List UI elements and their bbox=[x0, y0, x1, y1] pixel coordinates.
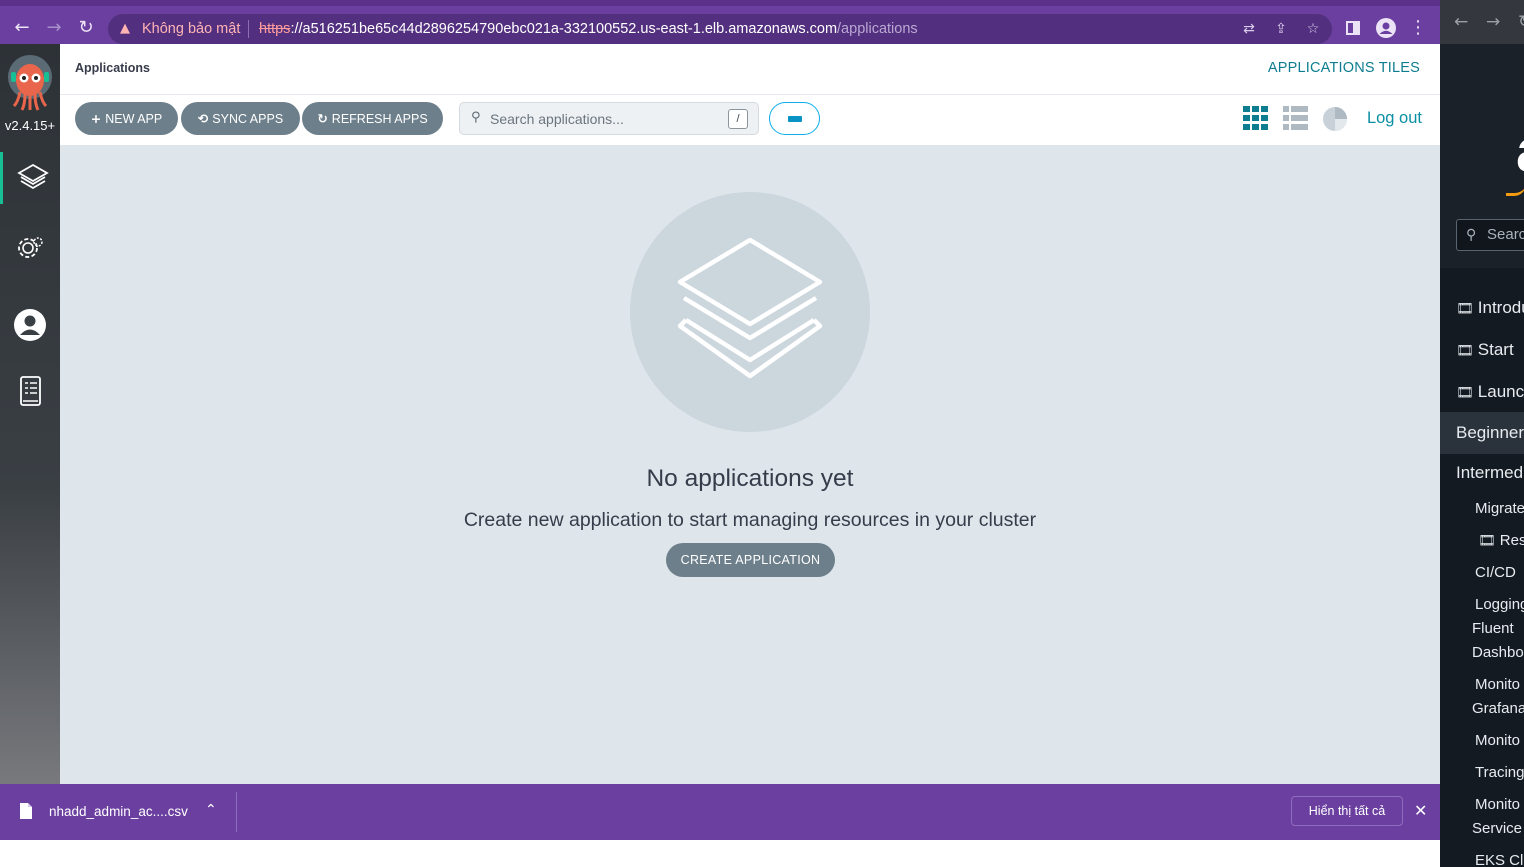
close-icon[interactable]: ✕ bbox=[1414, 801, 1427, 820]
summary-pie-icon[interactable] bbox=[1322, 106, 1348, 132]
address-separator bbox=[248, 20, 249, 38]
nav-item[interactable]: Monito bbox=[1475, 676, 1520, 693]
nav-item[interactable]: 🎞 Start bbox=[1456, 340, 1514, 360]
show-all-downloads-button[interactable]: Hiển thị tất cả bbox=[1291, 796, 1403, 826]
share-icon[interactable]: ⇪ bbox=[1270, 14, 1292, 44]
argo-version: v2.4.15+ bbox=[4, 118, 56, 133]
browser-window-main: ← → ↻ ▲ Không bảo mật https://a516251be6… bbox=[0, 0, 1440, 840]
nav-item[interactable]: Monito bbox=[1475, 732, 1520, 749]
nav-item[interactable]: Dashbo bbox=[1472, 644, 1524, 661]
argo-sidebar: v2.4.15+ bbox=[0, 44, 60, 784]
layers-icon bbox=[17, 163, 49, 190]
new-app-button[interactable]: + NEW APP bbox=[75, 102, 178, 135]
nav-item[interactable]: 🎞Introduction bbox=[1456, 298, 1524, 318]
list-view-icon[interactable] bbox=[1283, 106, 1308, 130]
filter-icon bbox=[788, 116, 802, 122]
nav-item[interactable]: Logging bbox=[1475, 596, 1524, 613]
nav-item[interactable]: Grafana bbox=[1472, 700, 1524, 717]
nav-item[interactable]: Service bbox=[1472, 820, 1522, 837]
download-separator bbox=[236, 792, 237, 832]
nav-item[interactable]: 🎞Launch bbox=[1456, 382, 1524, 402]
sidebar-item-user-info[interactable] bbox=[0, 298, 60, 350]
address-bar[interactable]: ▲ Không bảo mật https://a516251be65c44d2… bbox=[108, 14, 1332, 44]
url-text[interactable]: https://a516251be65c44d2896254790ebc021a… bbox=[259, 14, 918, 44]
action-bar: +NEW APP ⟲SYNC APPS ↻REFRESH APPS ⚲ / bbox=[60, 95, 1440, 145]
plus-icon: + bbox=[90, 111, 102, 126]
browser-window-secondary: ← → ↻ a ⚲Search 🎞Introduction 🎞Start 🎞La… bbox=[1440, 0, 1524, 867]
layers-icon bbox=[677, 237, 823, 379]
search-input[interactable] bbox=[490, 107, 720, 131]
empty-state-illustration bbox=[630, 192, 870, 432]
secondary-search[interactable]: ⚲Search bbox=[1456, 219, 1524, 251]
nav-item[interactable]: Tracing bbox=[1475, 764, 1524, 781]
download-file-name[interactable]: nhadd_admin_ac....csv bbox=[49, 804, 188, 819]
film-icon: 🎞 bbox=[1456, 343, 1474, 359]
translate-icon[interactable]: ⇄ bbox=[1238, 14, 1260, 44]
empty-state-title: No applications yet bbox=[646, 465, 854, 492]
sync-icon: ⟲ bbox=[197, 111, 209, 126]
empty-state-subtitle: Create new application to start managing… bbox=[463, 509, 1037, 531]
nav-item[interactable]: Beginner bbox=[1456, 423, 1524, 443]
aws-smile-mark bbox=[1506, 182, 1524, 196]
reload-icon[interactable]: ↻ bbox=[1518, 12, 1524, 32]
search-icon: ⚲ bbox=[1466, 227, 1477, 243]
view-name: APPLICATIONS TILES bbox=[1267, 60, 1420, 76]
nav-item[interactable]: Fluent bbox=[1472, 620, 1514, 637]
search-box[interactable]: ⚲ / bbox=[459, 102, 759, 135]
page-header: Applications APPLICATIONS TILES bbox=[60, 44, 1440, 95]
refresh-apps-button[interactable]: ↻ REFRESH APPS bbox=[302, 102, 443, 135]
main-content: No applications yet Create new applicati… bbox=[60, 145, 1440, 784]
browser-toolbar: ← → ↻ ▲ Không bảo mật https://a516251be6… bbox=[0, 0, 1440, 44]
aws-logo: a bbox=[1516, 116, 1524, 185]
downloads-bar: nhadd_admin_ac....csv ⌃ Hiển thị tất cả … bbox=[0, 784, 1440, 840]
nav-item[interactable]: Monito bbox=[1475, 796, 1520, 813]
sidebar-item-settings[interactable] bbox=[0, 221, 60, 273]
nav-item[interactable]: Intermediate bbox=[1456, 463, 1524, 483]
nav-item[interactable]: 🎞 Res bbox=[1478, 532, 1524, 549]
reload-icon[interactable]: ↻ bbox=[73, 15, 99, 41]
side-panel-icon[interactable] bbox=[1340, 15, 1366, 41]
forward-arrow-icon[interactable]: → bbox=[41, 15, 67, 41]
argo-logo[interactable] bbox=[7, 54, 53, 114]
secondary-toolbar: ← → ↻ bbox=[1440, 0, 1524, 44]
sidebar-item-docs[interactable] bbox=[0, 364, 60, 416]
gear-icon bbox=[18, 237, 43, 258]
back-arrow-icon[interactable]: ← bbox=[9, 15, 35, 41]
security-label[interactable]: Không bảo mật bbox=[142, 14, 240, 44]
create-application-button[interactable]: CREATE APPLICATION bbox=[666, 543, 835, 577]
profile-icon[interactable] bbox=[1373, 15, 1399, 41]
warning-icon: ▲ bbox=[120, 21, 130, 36]
file-icon bbox=[20, 803, 32, 819]
book-icon bbox=[20, 376, 41, 406]
back-arrow-icon[interactable]: ← bbox=[1454, 12, 1468, 32]
film-icon: 🎞 bbox=[1456, 301, 1474, 317]
nav-item[interactable]: Migrate bbox=[1475, 500, 1524, 517]
filter-toggle-button[interactable] bbox=[769, 102, 820, 135]
user-icon bbox=[14, 309, 46, 341]
bookmark-star-icon[interactable]: ☆ bbox=[1302, 14, 1324, 44]
sidebar-item-applications[interactable] bbox=[0, 152, 60, 204]
chevron-up-icon[interactable]: ⌃ bbox=[205, 802, 217, 818]
page-title: Applications bbox=[75, 61, 151, 75]
film-icon: 🎞 bbox=[1456, 385, 1474, 401]
nav-item[interactable]: EKS Cl bbox=[1475, 852, 1523, 867]
browser-menu-icon[interactable]: ⋮ bbox=[1405, 15, 1431, 41]
search-shortcut-key: / bbox=[728, 109, 748, 129]
tiles-view-icon[interactable] bbox=[1243, 106, 1268, 130]
sync-apps-button[interactable]: ⟲ SYNC APPS bbox=[181, 102, 300, 135]
nav-item[interactable]: CI/CD bbox=[1475, 564, 1516, 581]
film-icon: 🎞 bbox=[1478, 533, 1496, 549]
refresh-icon: ↻ bbox=[317, 111, 328, 126]
search-icon: ⚲ bbox=[471, 110, 481, 125]
logout-link[interactable]: Log out bbox=[1367, 109, 1422, 128]
forward-arrow-icon[interactable]: → bbox=[1486, 12, 1500, 32]
